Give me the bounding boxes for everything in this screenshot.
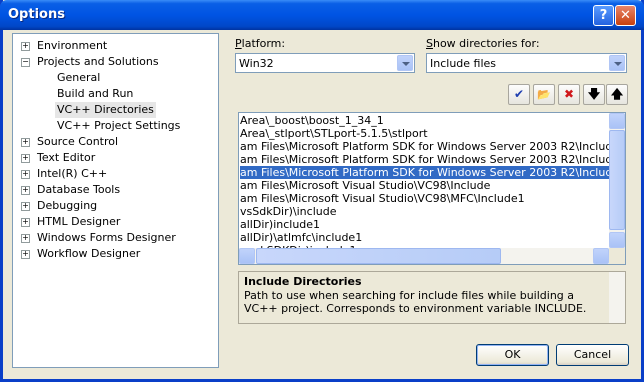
show-directories-label: Show directories for: (426, 37, 540, 50)
horizontal-scrollbar[interactable] (239, 248, 609, 264)
description-title: Include Directories (244, 275, 362, 288)
vertical-scroll-thumb[interactable] (609, 130, 625, 230)
check-icon[interactable]: ✔ (508, 84, 530, 105)
expand-icon[interactable]: + (21, 218, 30, 227)
expand-icon[interactable]: + (21, 42, 30, 51)
tree-item-label: HTML Designer (37, 215, 121, 228)
tree-item-label: VC++ Directories (55, 102, 156, 118)
platform-combo[interactable]: Win32 (235, 53, 415, 73)
move-down-icon[interactable]: 🡇 (583, 84, 605, 105)
tree-item-label: Source Control (37, 135, 119, 148)
vertical-scrollbar[interactable] (609, 113, 625, 248)
directories-listbox[interactable]: Area\_boost\boost_1_34_1 Area\_stlport\ST… (238, 112, 626, 265)
tree-item-label: Text Editor (37, 151, 96, 164)
ok-button[interactable]: OK (476, 344, 549, 366)
show-directories-value: Include files (430, 57, 497, 70)
directory-row[interactable]: allDir)include1 (240, 218, 320, 231)
platform-dropdown-button[interactable] (397, 55, 413, 71)
tree-item-label: Workflow Designer (37, 247, 141, 260)
description-panel: Include Directories Path to use when sea… (238, 271, 626, 324)
tree-item-label: VC++ Project Settings (57, 119, 181, 132)
platform-label: Platform: (235, 37, 286, 50)
horizontal-scroll-thumb[interactable] (256, 248, 501, 264)
help-button[interactable]: ? (593, 5, 614, 26)
directory-row[interactable]: am Files\Microsoft Visual Studio\VC98\MF… (240, 192, 525, 205)
tree-item-label: Database Tools (37, 183, 121, 196)
tree-item-label: Windows Forms Designer (37, 231, 176, 244)
expand-icon[interactable]: + (21, 234, 30, 243)
tree-item-label: Debugging (37, 199, 98, 212)
expand-icon[interactable]: + (21, 138, 30, 147)
tree-item-label: General (57, 71, 101, 84)
options-tree[interactable]: + Environment − Projects and Solutions Gener… (12, 33, 219, 368)
tree-item-label: Environment (37, 39, 108, 52)
directory-row[interactable]: Area\_stlport\STLport-5.1.5\stlport (240, 127, 428, 140)
directory-row[interactable]: allDir)\atlmfc\include1 (240, 231, 362, 244)
expand-icon[interactable]: + (21, 154, 30, 163)
expand-icon[interactable]: + (21, 202, 30, 211)
platform-value: Win32 (239, 57, 274, 70)
expand-icon[interactable]: + (21, 250, 30, 259)
collapse-icon[interactable]: − (21, 58, 30, 67)
tree-item-label: Build and Run (57, 87, 134, 100)
new-folder-icon[interactable]: 📂 (533, 84, 555, 105)
options-dialog: Options ? ✕ + Environment − Projects and So… (0, 0, 644, 382)
tree-item-label: Projects and Solutions (37, 55, 159, 68)
tree-item-label: Intel(R) C++ (37, 167, 108, 180)
expand-icon[interactable]: + (21, 186, 30, 195)
scroll-right-button[interactable] (593, 248, 609, 264)
title-bar[interactable]: Options ? ✕ (0, 0, 644, 30)
window-title: Options (8, 7, 65, 22)
move-up-icon[interactable]: 🡅 (606, 84, 628, 105)
description-scrollbar[interactable] (609, 272, 625, 323)
close-button[interactable]: ✕ (615, 5, 636, 26)
show-directories-combo[interactable]: Include files (426, 53, 627, 73)
scroll-up-button[interactable] (609, 113, 625, 129)
directory-row[interactable]: Area\_boost\boost_1_34_1 (240, 114, 384, 127)
show-directories-dropdown-button[interactable] (609, 55, 625, 71)
cancel-button[interactable]: Cancel (556, 344, 629, 366)
expand-icon[interactable]: + (21, 170, 30, 179)
scroll-left-button[interactable] (239, 248, 255, 264)
scroll-corner (609, 248, 625, 264)
directory-row[interactable]: am Files\Microsoft Platform SDK for Wind… (240, 153, 625, 166)
description-text: Path to use when searching for include f… (244, 289, 587, 315)
directory-row[interactable]: am Files\Microsoft Platform SDK for Wind… (240, 166, 625, 179)
directory-row[interactable]: am Files\Microsoft Visual Studio\VC98\In… (240, 179, 490, 192)
directory-row[interactable]: vsSdkDir)\include (240, 205, 336, 218)
scroll-down-button[interactable] (609, 232, 625, 248)
directory-row[interactable]: am Files\Microsoft Platform SDK for Wind… (240, 140, 619, 153)
delete-icon[interactable]: ✖ (558, 84, 580, 105)
